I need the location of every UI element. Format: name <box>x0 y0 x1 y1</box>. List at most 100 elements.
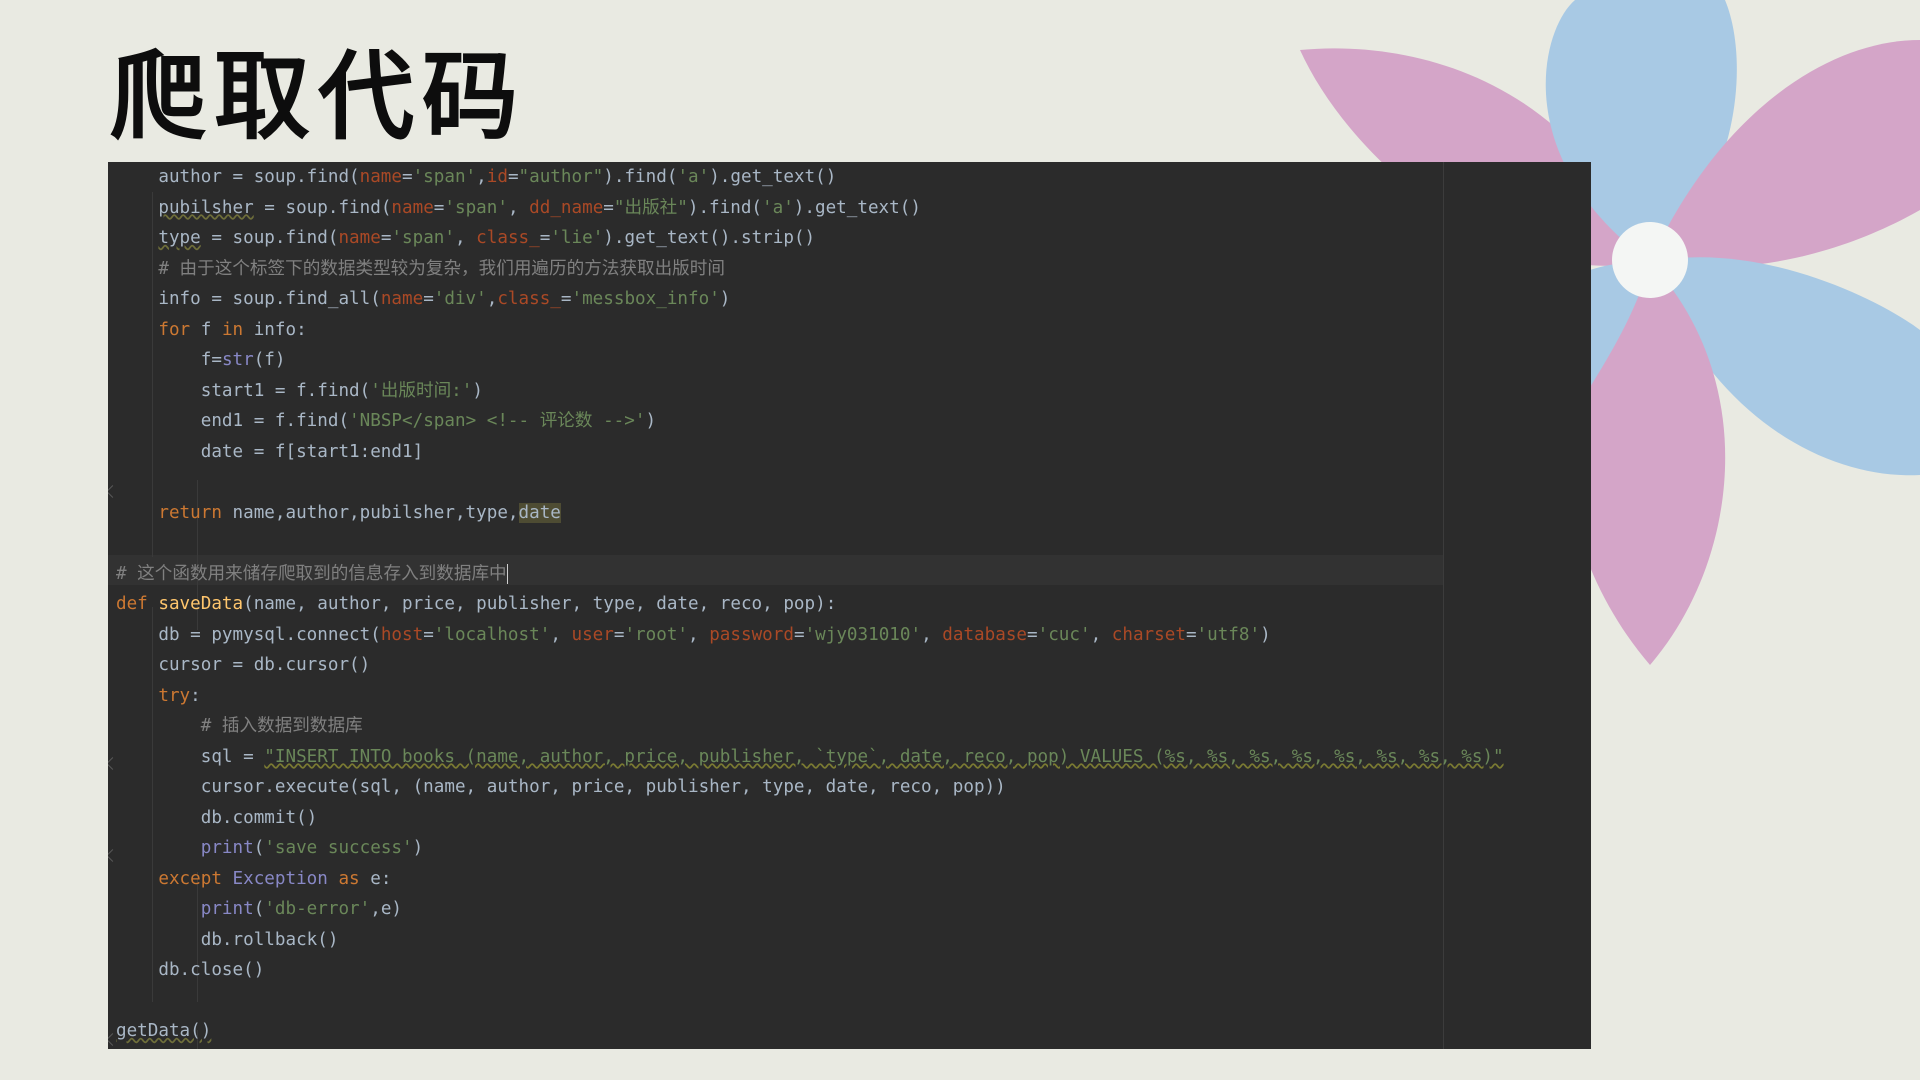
code-token: database <box>942 624 1028 645</box>
code-token: # 由于这个标签下的数据类型较为复杂，我们用遍历的方法获取出版时间 <box>116 258 725 279</box>
code-token: name <box>359 167 402 187</box>
code-token: date <box>518 502 561 523</box>
code-token: (f) <box>253 350 286 370</box>
code-token: "出版社" <box>613 197 688 218</box>
code-token: date = f[start1:end1] <box>116 441 424 462</box>
code-token: 'lie' <box>550 228 604 248</box>
code-line: cursor = db.cursor() <box>116 650 1504 681</box>
code-line: start1 = f.find('出版时间:') <box>116 376 1504 407</box>
code-token: 'div' <box>433 289 487 309</box>
code-token: = <box>423 289 434 309</box>
code-token: pubilsher <box>158 197 254 218</box>
code-token: "author" <box>518 167 604 187</box>
code-token: = <box>423 624 434 645</box>
code-line: date = f[start1:end1] <box>116 437 1504 468</box>
code-token: ) <box>645 411 657 431</box>
code-token: ,e) <box>370 899 403 919</box>
code-token: 'root' <box>624 624 689 645</box>
code-line: sql = "INSERT INTO books (name, author, … <box>116 742 1504 773</box>
code-token: (name, author, price, publisher, type, d… <box>243 594 837 614</box>
code-token: password <box>709 624 794 645</box>
code-token: 'span' <box>391 228 455 248</box>
code-line: for f in info: <box>116 315 1504 346</box>
code-token: ).get_text() <box>793 197 921 218</box>
code-line: pubilsher = soup.find(name='span', dd_na… <box>116 193 1504 224</box>
text-caret <box>506 563 508 584</box>
code-token: 'messbox_info' <box>571 289 720 309</box>
code-token: print <box>200 899 254 919</box>
code-line: print('save success') <box>116 833 1504 864</box>
code-token: ) <box>472 380 483 401</box>
code-token: = <box>1185 624 1197 645</box>
code-token: 'wjy031010' <box>804 624 922 645</box>
code-token: , <box>476 167 487 187</box>
code-token: = <box>507 167 519 187</box>
code-line: info = soup.find_all(name='div',class_='… <box>116 284 1504 315</box>
code-token: in <box>221 319 244 340</box>
code-line: db.close() <box>116 955 1504 986</box>
code-token: db.commit() <box>116 807 318 828</box>
code-token: , <box>921 624 943 645</box>
code-token: ( <box>253 899 265 919</box>
code-line: return name,author,pubilsher,type,date <box>116 498 1504 529</box>
code-token: ).get_text() <box>709 167 837 187</box>
page-title: 爬取代码 <box>110 41 526 153</box>
code-token: cursor = db.cursor() <box>116 655 371 675</box>
code-token: # 这个函数用来储存爬取到的信息存入到数据库中 <box>116 563 507 584</box>
code-token: = <box>433 197 445 218</box>
code-line: # 插入数据到数据库 <box>116 711 1504 742</box>
code-token: saveData <box>158 594 244 614</box>
code-token: 'span' <box>444 197 508 218</box>
code-token: , <box>688 624 710 645</box>
code-line: db.rollback() <box>116 925 1504 956</box>
code-token: user <box>571 624 614 645</box>
code-line: # 这个函数用来储存爬取到的信息存入到数据库中 <box>116 559 1504 590</box>
code-token: f <box>190 319 222 340</box>
code-token: = <box>1027 624 1038 645</box>
code-token: sql = <box>116 746 265 767</box>
code-token: return <box>158 502 222 523</box>
code-token: 'cuc' <box>1037 624 1091 645</box>
code-editor[interactable]: author = soup.find(name='span',id="autho… <box>108 162 1591 1049</box>
code-token: , <box>550 624 572 645</box>
flower-center <box>1612 222 1688 298</box>
code-token: try <box>158 685 191 706</box>
code-token: ) <box>719 289 731 309</box>
code-line: db.commit() <box>116 803 1504 834</box>
code-token: ).find( <box>603 167 678 187</box>
code-line: f=str(f) <box>116 345 1504 376</box>
code-token: id <box>486 167 508 187</box>
code-token: cursor.execute(sql, (name, author, price… <box>116 777 1006 797</box>
code-line: getData() <box>116 1016 1504 1047</box>
code-token: as <box>338 868 360 889</box>
code-token: = <box>613 624 625 645</box>
code-token: host <box>380 624 424 645</box>
code-token: 'save success' <box>264 838 413 858</box>
code-token: ) <box>1260 624 1271 645</box>
code-token: ).find( <box>687 197 763 218</box>
code-token: # 插入数据到数据库 <box>116 716 363 736</box>
code-line: cursor.execute(sql, (name, author, price… <box>116 772 1504 803</box>
code-token: = <box>402 167 413 187</box>
code-token: info = soup.find_all( <box>116 289 381 309</box>
code-token: db.close() <box>116 960 265 980</box>
code-token: name <box>391 197 434 218</box>
code-token: for <box>158 319 191 340</box>
code-token: = <box>793 624 805 645</box>
code-line: print('db-error',e) <box>116 894 1504 925</box>
code-token: name <box>338 228 381 248</box>
code-token: ).get_text().strip() <box>603 228 816 248</box>
code-token: = soup.find( <box>253 197 392 218</box>
code-token: ( <box>253 838 265 858</box>
